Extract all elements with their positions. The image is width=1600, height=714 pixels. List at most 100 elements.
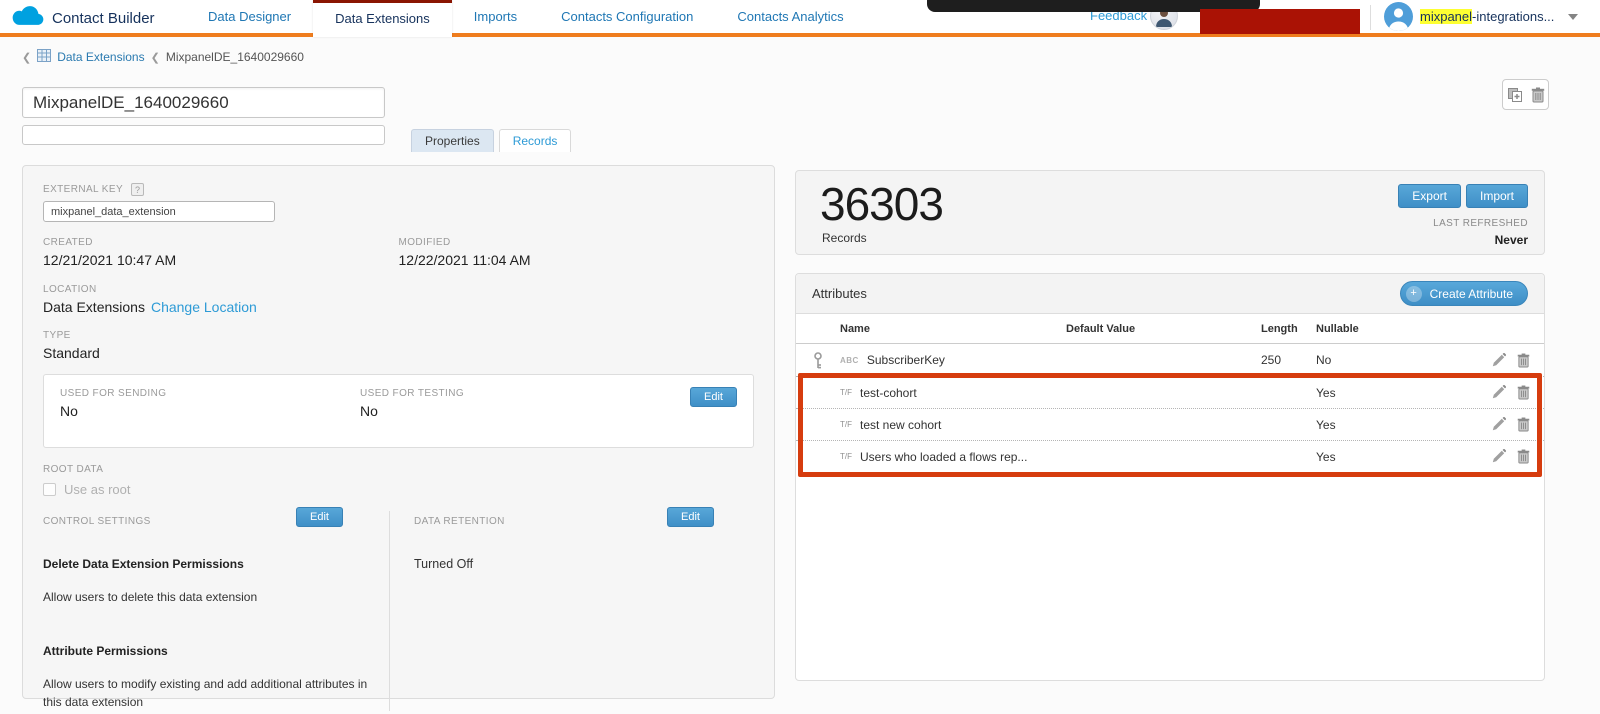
use-as-root-label: Use as root <box>64 482 130 497</box>
detail-tabs: Properties Records <box>411 129 571 152</box>
delete-attribute-icon[interactable] <box>1517 449 1530 464</box>
nav-imports[interactable]: Imports <box>452 0 539 37</box>
modified-label: MODIFIED <box>399 237 755 248</box>
plus-icon: + <box>1406 286 1422 302</box>
text-type-icon: ABC <box>840 356 859 365</box>
records-count: 36303 <box>820 177 943 231</box>
attribute-name: Users who loaded a flows rep... <box>860 450 1027 464</box>
user-name-highlight: mixpanel <box>1420 9 1472 24</box>
col-name: Name <box>840 323 1066 335</box>
top-nav: Contact Builder Data Designer Data Exten… <box>0 0 1600 37</box>
edit-attribute-icon[interactable] <box>1492 417 1506 432</box>
app-title: Contact Builder <box>52 10 155 27</box>
edit-attribute-icon[interactable] <box>1492 353 1506 368</box>
properties-panel: EXTERNAL KEY ? CREATED 12/21/2021 10:47 … <box>22 165 775 699</box>
external-key-input[interactable] <box>43 201 275 222</box>
nav-contacts-analytics[interactable]: Contacts Analytics <box>715 0 865 37</box>
data-retention-value: Turned Off <box>414 557 754 571</box>
attribute-nullable: Yes <box>1316 418 1436 432</box>
last-refreshed-label: LAST REFRESHED <box>1433 218 1528 229</box>
attribute-permissions-title: Attribute Permissions <box>43 644 373 658</box>
app-brand[interactable]: Contact Builder <box>12 5 155 31</box>
table-row: T/F test-cohort Yes <box>796 376 1544 408</box>
primary-nav: Data Designer Data Extensions Imports Co… <box>186 0 866 37</box>
user-name-rest: -integrations... <box>1472 9 1554 24</box>
records-count-label: Records <box>822 231 867 245</box>
export-button[interactable]: Export <box>1398 184 1461 208</box>
last-refreshed-value: Never <box>1495 233 1528 247</box>
sending-settings-box: USED FOR SENDING No USED FOR TESTING No … <box>43 374 754 448</box>
boolean-type-icon: T/F <box>840 420 852 429</box>
user-name: mixpanel-integrations... <box>1420 9 1554 24</box>
attribute-name: test new cohort <box>860 418 941 432</box>
user-avatar-icon <box>1384 2 1413 31</box>
extension-name-input[interactable] <box>22 87 385 118</box>
created-label: CREATED <box>43 237 399 248</box>
records-summary-card: 36303 Records Export Import LAST REFRESH… <box>795 170 1545 255</box>
chevron-left-icon: ❮ <box>22 51 31 64</box>
grid-icon <box>37 49 51 65</box>
location-label: LOCATION <box>43 284 754 295</box>
create-attribute-button[interactable]: + Create Attribute <box>1400 281 1528 306</box>
col-nullable: Nullable <box>1316 323 1436 335</box>
help-icon[interactable]: ? <box>131 183 144 196</box>
attributes-table-header: Name Default Value Length Nullable <box>796 314 1544 344</box>
col-default-value: Default Value <box>1066 323 1261 335</box>
edit-control-settings-button[interactable]: Edit <box>296 507 343 527</box>
change-location-link[interactable]: Change Location <box>151 299 257 315</box>
nav-data-extensions[interactable]: Data Extensions <box>313 0 452 37</box>
breadcrumb: ❮ Data Extensions ❮ MixpanelDE_164002966… <box>22 49 304 65</box>
cloud-logo-icon <box>12 5 44 31</box>
table-row: T/F test new cohort Yes <box>796 408 1544 440</box>
nav-contacts-configuration[interactable]: Contacts Configuration <box>539 0 715 37</box>
delete-permissions-desc: Allow users to delete this data extensio… <box>43 588 373 606</box>
breadcrumb-data-extensions-link[interactable]: Data Extensions <box>57 50 144 64</box>
edit-attribute-icon[interactable] <box>1492 385 1506 400</box>
edit-sending-button[interactable]: Edit <box>690 387 737 407</box>
delete-extension-icon[interactable] <box>1531 87 1545 103</box>
modified-value: 12/22/2021 11:04 AM <box>399 252 755 268</box>
create-attribute-label: Create Attribute <box>1430 287 1513 301</box>
tab-properties[interactable]: Properties <box>411 129 494 152</box>
root-data-label: ROOT DATA <box>43 464 754 475</box>
chevron-down-icon[interactable] <box>1568 14 1578 20</box>
attribute-permissions-desc: Allow users to modify existing and add a… <box>43 675 373 711</box>
user-menu[interactable]: mixpanel-integrations... <box>1384 2 1578 31</box>
attribute-nullable: Yes <box>1316 450 1436 464</box>
attribute-length: 250 <box>1261 353 1316 367</box>
boolean-type-icon: T/F <box>840 452 852 461</box>
attribute-name: test-cohort <box>860 386 917 400</box>
chevron-left-icon: ❮ <box>151 51 160 64</box>
attribute-nullable: No <box>1316 353 1436 367</box>
data-retention-label: DATA RETENTION <box>414 516 505 527</box>
external-key-label: EXTERNAL KEY <box>43 184 123 195</box>
table-row: ABC SubscriberKey 250 No <box>796 344 1544 376</box>
used-for-testing-label: USED FOR TESTING <box>360 388 464 399</box>
location-value: Data Extensions <box>43 299 145 315</box>
primary-key-icon <box>796 352 840 369</box>
created-value: 12/21/2021 10:47 AM <box>43 252 399 268</box>
edit-attribute-icon[interactable] <box>1492 449 1506 464</box>
nav-data-designer[interactable]: Data Designer <box>186 0 313 37</box>
copy-extension-icon[interactable] <box>1507 87 1523 103</box>
header-divider <box>1370 5 1371 30</box>
delete-attribute-icon[interactable] <box>1517 385 1530 400</box>
used-for-sending-label: USED FOR SENDING <box>60 388 360 399</box>
used-for-testing-value: No <box>360 403 464 419</box>
boolean-type-icon: T/F <box>840 388 852 397</box>
use-as-root-checkbox <box>43 483 56 496</box>
col-length: Length <box>1261 323 1316 335</box>
import-button[interactable]: Import <box>1466 184 1528 208</box>
extension-description-input[interactable] <box>22 125 385 145</box>
type-label: TYPE <box>43 330 754 341</box>
tab-records[interactable]: Records <box>499 129 572 152</box>
type-value: Standard <box>43 345 754 361</box>
attributes-title: Attributes <box>812 286 867 301</box>
delete-permissions-title: Delete Data Extension Permissions <box>43 557 373 571</box>
breadcrumb-current: MixpanelDE_1640029660 <box>166 50 304 64</box>
edit-data-retention-button[interactable]: Edit <box>667 507 714 527</box>
delete-attribute-icon[interactable] <box>1517 353 1530 368</box>
used-for-sending-value: No <box>60 403 360 419</box>
table-row: T/F Users who loaded a flows rep... Yes <box>796 440 1544 472</box>
delete-attribute-icon[interactable] <box>1517 417 1530 432</box>
